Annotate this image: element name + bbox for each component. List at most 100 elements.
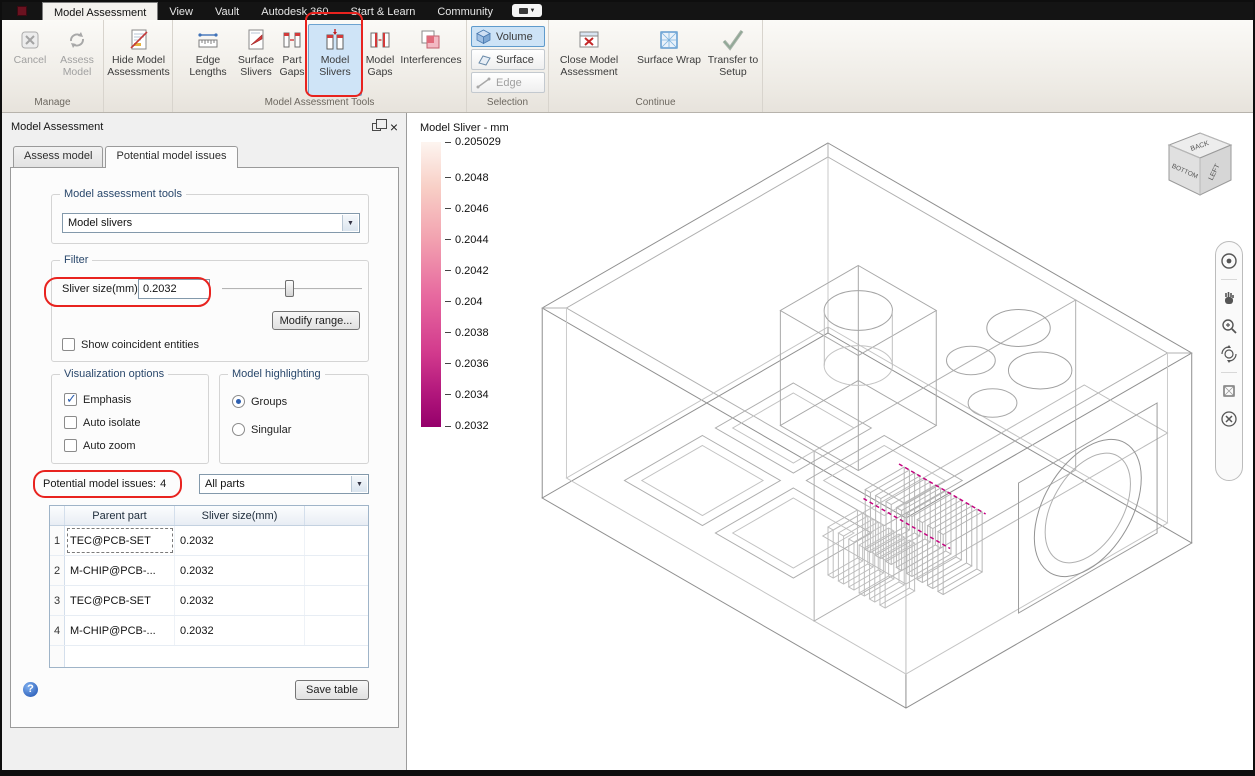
assess-model-button[interactable]: Assess Model xyxy=(54,24,100,96)
sliver-size-slider[interactable] xyxy=(222,280,362,297)
close-icon[interactable] xyxy=(1219,409,1239,429)
model-gaps-icon xyxy=(370,32,390,48)
surface-slivers-button[interactable]: Surface Slivers xyxy=(231,24,281,96)
ribbon-tab-start-learn[interactable]: Start & Learn xyxy=(340,2,427,20)
ribbon-tab-autodesk-360[interactable]: Autodesk 360 xyxy=(250,2,339,20)
cancel-button[interactable]: Cancel xyxy=(8,24,52,96)
model-assessment-panel: Model Assessment × Assess model Potentia… xyxy=(2,113,407,770)
transfer-to-setup-button[interactable]: Transfer to Setup xyxy=(706,24,760,96)
ribbon-tab-model-assessment[interactable]: Model Assessment xyxy=(42,2,159,20)
group-caption-selection: Selection xyxy=(486,97,529,108)
group-model-highlighting: Model highlighting Groups Singular xyxy=(219,368,369,464)
navigation-wheel-icon[interactable] xyxy=(1219,251,1239,271)
emphasis-checkbox[interactable] xyxy=(64,391,77,407)
close-panel-icon[interactable]: × xyxy=(390,120,398,134)
chevron-down-icon: ▼ xyxy=(529,7,536,14)
help-icon[interactable]: ? xyxy=(23,682,38,697)
wireframe-model[interactable] xyxy=(408,113,1255,772)
app-window: Model Assessment View Vault Autodesk 360… xyxy=(0,0,1255,776)
interferences-button[interactable]: Interferences xyxy=(398,24,464,96)
auto-zoom-checkbox[interactable] xyxy=(64,439,77,452)
slider-thumb[interactable] xyxy=(285,280,294,297)
header-parent-part[interactable]: Parent part xyxy=(65,506,175,525)
surface-slivers-icon xyxy=(248,29,264,50)
table-row[interactable]: 2 M-CHIP@PCB-... 0.2032 xyxy=(50,556,368,586)
ribbon-display-options-button[interactable]: ▼ xyxy=(511,4,542,17)
cell-parent-part[interactable]: TEC@PCB-SET xyxy=(65,526,175,555)
ribbon-tab-view[interactable]: View xyxy=(158,2,204,20)
row-number: 1 xyxy=(50,526,65,555)
panel-title: Model Assessment xyxy=(11,121,104,133)
table-row[interactable]: 4 M-CHIP@PCB-... 0.2032 xyxy=(50,616,368,646)
view-cube[interactable]: BACK BOTTOM LEFT xyxy=(1159,127,1241,211)
application-button[interactable] xyxy=(2,2,42,20)
pan-icon[interactable] xyxy=(1219,288,1239,308)
issues-count: 4 xyxy=(160,478,167,490)
ribbon-tab-vault[interactable]: Vault xyxy=(204,2,250,20)
legend-ticks: 0.205029 0.2048 0.2046 0.2044 0.2042 0.204 0.2… xyxy=(445,136,525,432)
panel-page: Model assessment tools Model slivers ▼ F… xyxy=(10,167,399,728)
panel-header: Model Assessment × xyxy=(2,117,406,137)
selection-surface-button[interactable]: Surface xyxy=(471,49,545,70)
table-row[interactable]: 3 TEC@PCB-SET 0.2032 xyxy=(50,586,368,616)
ribbon-tab-community[interactable]: Community xyxy=(426,2,504,20)
chevron-down-icon: ▼ xyxy=(342,215,358,231)
table-empty-area xyxy=(50,646,368,667)
surface-wrap-button[interactable]: Surface Wrap xyxy=(633,24,705,96)
legend-tick: 0.2034 xyxy=(445,389,489,401)
table-body: 1 TEC@PCB-SET 0.2032 2 M-CHIP@PCB-... 0.2032 3… xyxy=(50,526,368,667)
cell-sliver-size: 0.2032 xyxy=(175,616,305,645)
volume-icon xyxy=(476,29,491,44)
groups-radio[interactable] xyxy=(232,395,245,408)
divider xyxy=(1221,372,1237,373)
edge-lengths-button[interactable]: Edge Lengths xyxy=(185,24,231,96)
cell-sliver-size: 0.2032 xyxy=(175,586,305,615)
legend-tick: 0.2046 xyxy=(445,203,489,215)
legend-tick: 0.2042 xyxy=(445,265,489,277)
cell-parent-part[interactable]: M-CHIP@PCB-... xyxy=(65,556,175,585)
cell-parent-part[interactable]: M-CHIP@PCB-... xyxy=(65,616,175,645)
assessment-tool-dropdown[interactable]: Model slivers ▼ xyxy=(62,213,360,233)
zoom-icon[interactable] xyxy=(1219,316,1239,336)
model-slivers-button[interactable]: Model Slivers xyxy=(308,24,362,96)
part-gaps-icon xyxy=(283,32,301,48)
sliver-size-input[interactable] xyxy=(138,279,210,299)
orbit-icon[interactable] xyxy=(1219,344,1239,364)
viewport-3d[interactable]: Model Sliver - mm 0.205029 0.2048 0.2046 0.… xyxy=(408,113,1255,772)
group-caption-tools: Model Assessment Tools xyxy=(264,97,375,108)
selection-volume-button[interactable]: Volume xyxy=(471,26,545,47)
sliver-size-label: Sliver size(mm) xyxy=(62,283,138,295)
ribbon: Cancel Assess Model Manage Hide Model As… xyxy=(2,20,1253,113)
selection-edge-button[interactable]: Edge xyxy=(471,72,545,93)
hide-model-assessments-button[interactable]: Hide Model Assessments xyxy=(106,24,171,96)
ribbon-group-manage: Cancel Assess Model Manage xyxy=(2,20,104,112)
look-at-icon[interactable] xyxy=(1219,381,1239,401)
legend-tick: 0.2048 xyxy=(445,172,489,184)
table-header: Parent part Sliver size(mm) xyxy=(50,506,368,526)
save-table-button[interactable]: Save table xyxy=(295,680,369,700)
close-model-assessment-icon xyxy=(579,31,599,48)
parts-filter-dropdown[interactable]: All parts ▼ xyxy=(199,474,369,494)
cell-parent-part[interactable]: TEC@PCB-SET xyxy=(65,586,175,615)
modify-range-button[interactable]: Modify range... xyxy=(272,311,360,330)
hide-model-assessments-icon xyxy=(129,29,148,50)
model-slivers-icon xyxy=(326,29,344,50)
header-sliver-size[interactable]: Sliver size(mm) xyxy=(175,506,305,525)
tab-assess-model[interactable]: Assess model xyxy=(13,146,104,167)
row-number: 3 xyxy=(50,586,65,615)
cell-empty xyxy=(305,586,368,615)
row-number: 2 xyxy=(50,556,65,585)
table-row[interactable]: 1 TEC@PCB-SET 0.2032 xyxy=(50,526,368,556)
float-panel-icon[interactable] xyxy=(371,119,387,131)
singular-radio[interactable] xyxy=(232,423,245,436)
show-coincident-checkbox[interactable] xyxy=(62,338,75,351)
model-gaps-button[interactable]: Model Gaps xyxy=(363,24,397,96)
cell-empty xyxy=(305,556,368,585)
legend-color-bar xyxy=(421,142,441,427)
legend-tick: 0.204 xyxy=(445,296,483,308)
auto-isolate-checkbox[interactable] xyxy=(64,416,77,429)
part-gaps-button[interactable]: Part Gaps xyxy=(277,24,307,96)
close-model-assessment-button[interactable]: Close Model Assessment xyxy=(552,24,626,96)
tab-potential-model-issues[interactable]: Potential model issues xyxy=(105,146,238,168)
surface-icon xyxy=(478,55,491,66)
